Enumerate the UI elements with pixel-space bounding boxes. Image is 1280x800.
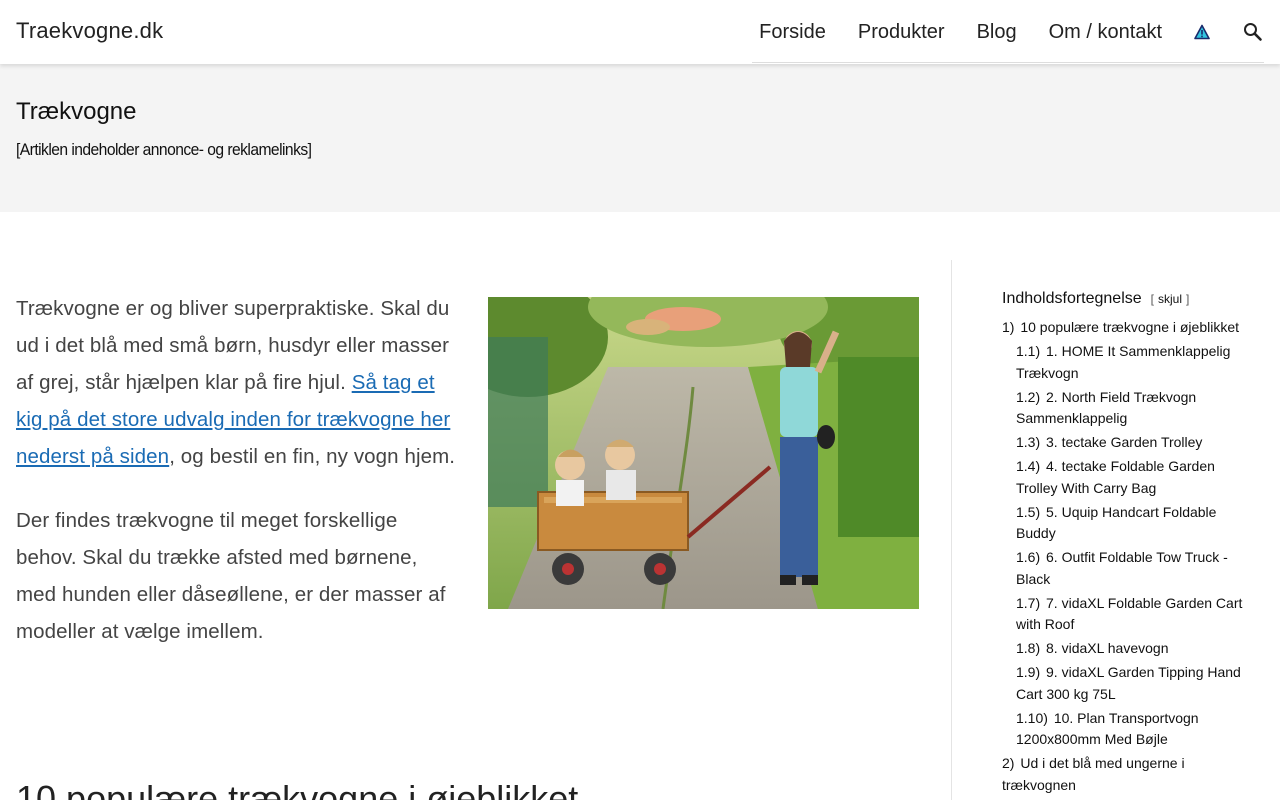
toc-item-label: 2. North Field Trækvogn Sammenklappelig	[1016, 388, 1197, 427]
toc-item[interactable]: 1.5) 5. Uquip Handcart Foldable Buddy	[1002, 502, 1252, 545]
toc-title: Indholdsfortegnelse	[1002, 290, 1142, 307]
toc-item-number: 1.2)	[1016, 388, 1041, 405]
sidebar-divider	[951, 260, 952, 800]
second-paragraph: Der findes trækvogne til meget forskelli…	[16, 509, 446, 643]
toc-item[interactable]: 1.10) 10. Plan Transportvogn 1200x800mm …	[1002, 708, 1252, 751]
nav-blog[interactable]: Blog	[977, 21, 1017, 44]
nav-om-kontakt[interactable]: Om / kontakt	[1049, 21, 1162, 44]
toc-item-label: 6. Outfit Foldable Tow Truck - Black	[1016, 549, 1228, 587]
toc-item-number: 1.8)	[1016, 640, 1041, 656]
toc-item-number: 1.5)	[1016, 503, 1041, 520]
toc-item-number: 1.10)	[1016, 709, 1048, 726]
warning-icon[interactable]	[1194, 24, 1210, 40]
toc-item-number: 2)	[1002, 755, 1015, 771]
toc-item[interactable]: 1.6) 6. Outfit Foldable Tow Truck - Blac…	[1002, 547, 1252, 590]
toc-item-number: 1.1)	[1016, 343, 1041, 359]
toc-item-number: 1)	[1002, 319, 1015, 335]
toc-item[interactable]: 1.9) 9. vidaXL Garden Tipping Hand Cart …	[1002, 662, 1252, 705]
toc-item[interactable]: 1) 10 populære trækvogne i øjeblikket	[1002, 317, 1252, 339]
toc-header: Indholdsfortegnelse [ skjul]	[1002, 290, 1252, 308]
toc-item-label: 3. tectake Garden Trolley	[1046, 434, 1203, 450]
search-icon[interactable]	[1242, 21, 1264, 43]
intro-paragraph: Trækvogne er og bliver superpraktiske. S…	[16, 290, 456, 475]
toc-item-number: 1.4)	[1016, 458, 1041, 474]
nav-underline	[752, 62, 1264, 63]
toc-item-label: 7. vidaXL Foldable Garden Cart with Roof	[1016, 594, 1243, 633]
toc-item-label: 4. tectake Foldable Garden Trolley With …	[1016, 458, 1215, 496]
hero-image	[488, 297, 919, 609]
toc-item[interactable]: 1.8) 8. vidaXL havevogn	[1002, 638, 1252, 660]
toc-item-label: 10 populære trækvogne i øjeblikket	[1020, 319, 1240, 335]
main-nav: Forside Produkter Blog Om / kontakt	[759, 0, 1264, 64]
nav-forside[interactable]: Forside	[759, 21, 826, 44]
ad-disclaimer: [Artiklen indeholder annonce- og reklame…	[16, 140, 312, 159]
toc-item-label: 9. vidaXL Garden Tipping Hand Cart 300 k…	[1016, 664, 1241, 702]
toc-item-number: 1.7)	[1016, 594, 1041, 611]
toc-item-number: 1.3)	[1016, 434, 1041, 450]
toc-hide-link[interactable]: skjul	[1158, 292, 1182, 306]
article-content: Trækvogne er og bliver superpraktiske. S…	[16, 290, 456, 650]
nav-produkter[interactable]: Produkter	[858, 21, 945, 44]
intro-tail: , og bestil en fin, ny vogn hjem.	[169, 445, 456, 468]
toc-item-label: 5. Uquip Handcart Foldable Buddy	[1016, 503, 1217, 542]
toc-item[interactable]: 2) Ud i det blå med ungerne i trækvognen	[1002, 753, 1252, 796]
section-heading: 10 populære trækvogne i øjeblikket	[16, 778, 579, 800]
toc-toggle: [ skjul]	[1151, 292, 1190, 306]
toc-item-number: 1.6)	[1016, 549, 1041, 565]
toc-item-label: 1. HOME It Sammenklappelig Trækvogn	[1016, 343, 1231, 381]
toc-item-label: 8. vidaXL havevogn	[1046, 640, 1169, 656]
toc-item[interactable]: 1.7) 7. vidaXL Foldable Garden Cart with…	[1002, 593, 1252, 636]
toc-item[interactable]: 1.4) 4. tectake Foldable Garden Trolley …	[1002, 456, 1252, 499]
site-header: Traekvogne.dk Forside Produkter Blog Om …	[0, 0, 1280, 64]
toc-list: 1) 10 populære trækvogne i øjeblikket 1.1…	[1002, 317, 1252, 796]
toc-item[interactable]: 1.1) 1. HOME It Sammenklappelig Trækvogn	[1002, 341, 1252, 384]
toc-item[interactable]: 1.2) 2. North Field Trækvogn Sammenklapp…	[1002, 387, 1252, 430]
toc-item-label: Ud i det blå med ungerne i trækvognen	[1002, 755, 1185, 793]
toc-item[interactable]: 1.3) 3. tectake Garden Trolley	[1002, 432, 1252, 454]
site-title[interactable]: Traekvogne.dk	[16, 18, 163, 44]
title-band: Trækvogne [Artiklen indeholder annonce- …	[0, 64, 1280, 212]
toc-item-number: 1.9)	[1016, 664, 1041, 680]
table-of-contents: Indholdsfortegnelse [ skjul] 1) 10 populæ…	[1002, 290, 1252, 799]
toc-bracket-close: ]	[1186, 292, 1190, 306]
page-title: Trækvogne	[16, 98, 137, 125]
toc-bracket-open: [	[1150, 292, 1154, 306]
